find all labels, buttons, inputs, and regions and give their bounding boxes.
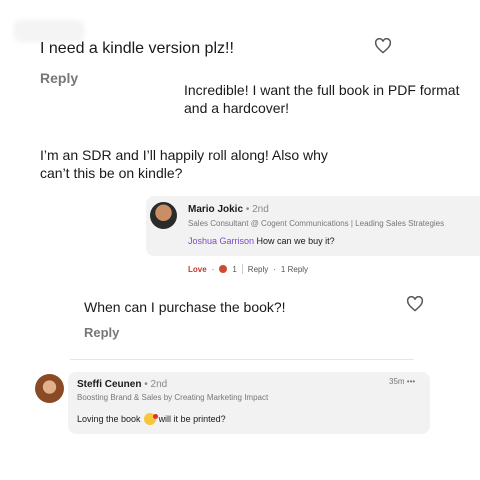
author-headline: Boosting Brand & Sales by Creating Marke… xyxy=(77,393,269,402)
comment-text: Incredible! I want the full book in PDF … xyxy=(184,82,460,116)
divider xyxy=(70,359,414,360)
author-headline: Sales Consultant @ Cogent Communications… xyxy=(188,219,445,228)
comment-message: Loving the book will it be printed? xyxy=(77,413,226,425)
timestamp-more-menu[interactable]: 35m ••• xyxy=(389,377,415,386)
connection-degree: • 2nd xyxy=(144,379,168,390)
smiling-hearts-emoji-icon xyxy=(143,413,158,425)
comment-actions: Love · 1 Reply · 1 Reply xyxy=(188,264,309,274)
heart-icon[interactable] xyxy=(406,296,424,312)
love-reaction-icon xyxy=(219,265,228,273)
reply-link[interactable]: Reply xyxy=(40,70,78,86)
avatar[interactable] xyxy=(35,374,64,403)
comment-text: I’m an SDR and I’ll happily roll along! … xyxy=(40,147,328,181)
connection-degree: • 2nd xyxy=(245,204,269,215)
author-name[interactable]: Steffi Ceunen • 2nd xyxy=(77,379,167,390)
comment-text: When can I purchase the book?! xyxy=(84,299,286,315)
comment-message: Joshua Garrison How can we buy it? xyxy=(188,236,335,246)
avatar[interactable] xyxy=(150,202,177,229)
love-button[interactable]: Love xyxy=(188,265,207,274)
heart-icon[interactable] xyxy=(374,38,392,54)
replies-count[interactable]: 1 Reply xyxy=(281,265,308,274)
mention-link[interactable]: Joshua Garrison xyxy=(188,236,254,246)
comment-text: I need a kindle version plz!! xyxy=(40,40,234,57)
blurred-background xyxy=(14,20,84,42)
divider xyxy=(241,264,243,274)
reply-button[interactable]: Reply xyxy=(248,265,268,274)
reply-link[interactable]: Reply xyxy=(84,325,119,340)
reaction-count[interactable]: 1 xyxy=(232,265,236,274)
author-name[interactable]: Mario Jokic • 2nd xyxy=(188,204,269,215)
